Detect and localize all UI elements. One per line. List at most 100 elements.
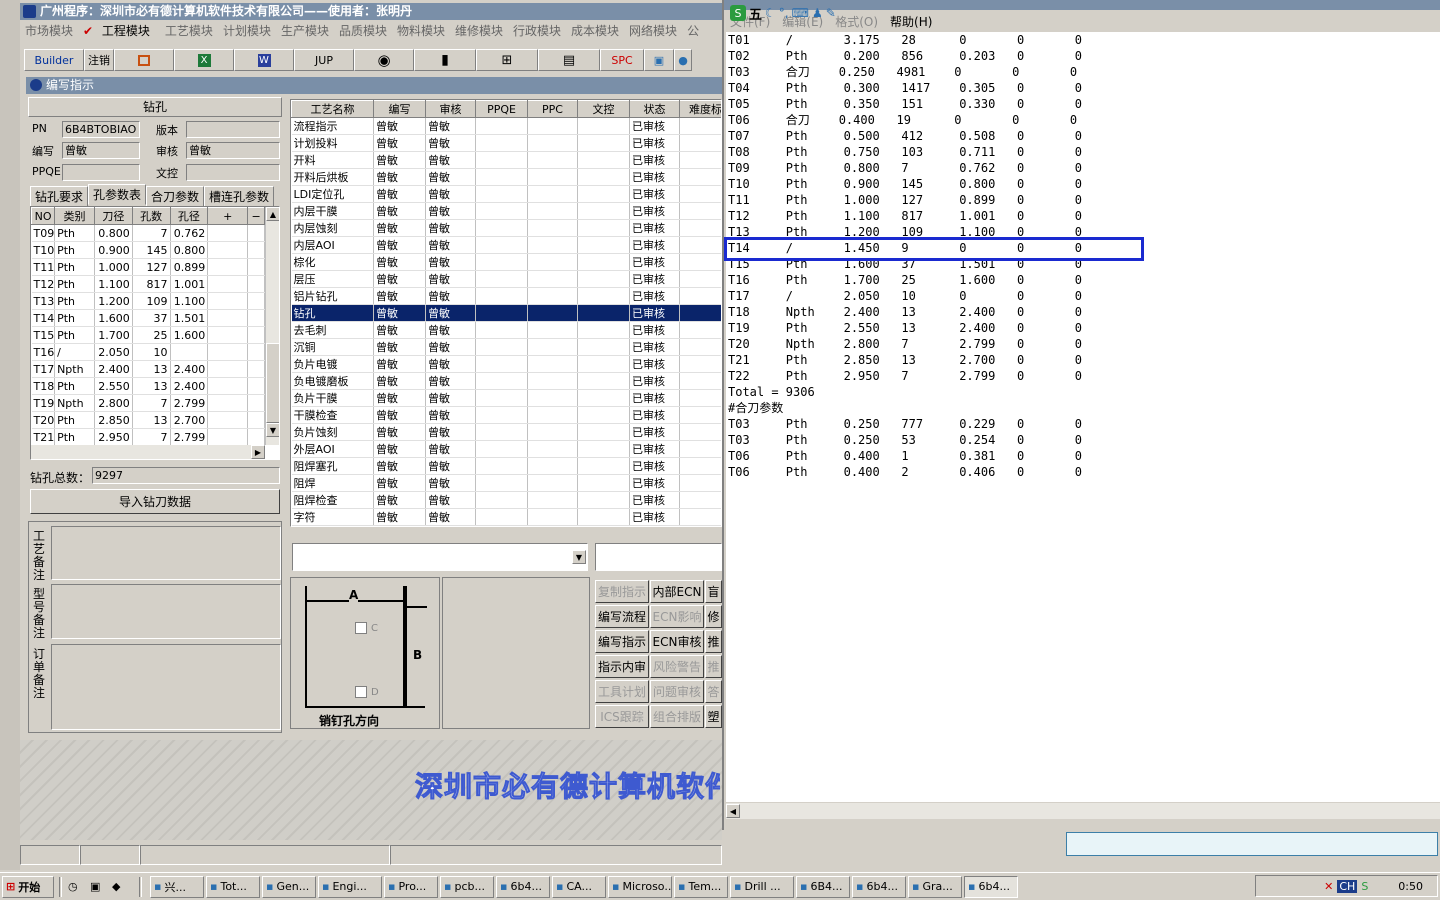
vertical-scrollbar[interactable]: ▲ ▼ <box>265 207 279 445</box>
table-row[interactable]: T16/2.050 10 <box>31 343 265 361</box>
table-row[interactable]: T21 Pth 2.950 7 2.799 <box>31 428 265 446</box>
col-header[interactable]: 工艺名称 <box>291 100 374 118</box>
model-note-field[interactable] <box>51 584 281 639</box>
action-button[interactable]: 盲 <box>705 580 722 603</box>
menu-item[interactable]: 公 <box>682 22 704 39</box>
process-note-field[interactable] <box>51 526 281 580</box>
combo-dropdown-icon[interactable]: ▼ <box>572 550 586 564</box>
taskbar-item[interactable]: ▪ Microso... <box>608 875 672 898</box>
table-row[interactable]: LDI定位孔 曾敏 曾敏 已审核 <box>291 185 721 203</box>
taskbar-item[interactable]: ▪ 6b4... <box>852 875 906 898</box>
checkbox-d[interactable] <box>355 686 367 698</box>
table-row[interactable]: 层压 曾敏 曾敏 已审核 <box>291 270 721 288</box>
jup-button[interactable]: JUP <box>294 49 354 71</box>
table-row[interactable]: 阻焊塞孔 曾敏 曾敏 已审核 <box>291 457 721 475</box>
action-button[interactable]: 推 <box>705 655 722 678</box>
table-row[interactable]: T10 Pth 0.900 145 0.800 <box>31 241 265 259</box>
taskbar-item[interactable]: ▪ 兴... <box>150 875 204 898</box>
ppqe-field[interactable] <box>62 164 140 181</box>
tray-s-icon[interactable]: S <box>1361 880 1368 893</box>
order-note-field[interactable] <box>51 644 281 730</box>
network-icon[interactable]: ⊞ <box>476 49 538 71</box>
notepad-text-area[interactable]: T01 / 3.175 28 0 0 0 T02 Pth 0.200 856 0.… <box>726 32 1440 802</box>
table-row[interactable]: 去毛刺 曾敏 曾敏 已审核 <box>291 321 721 339</box>
start-button[interactable]: ⊞ 开始 <box>2 875 54 898</box>
table-row[interactable]: T15 Pth 1.700 25 1.600 <box>31 326 265 344</box>
menu-item[interactable]: 生产模块 <box>276 22 334 39</box>
table-row[interactable]: 流程指示 曾敏 曾敏 已审核 <box>291 117 721 135</box>
col-header[interactable]: PPC <box>527 100 578 118</box>
pn-field[interactable]: 6B4BTOBIAO <box>62 121 140 138</box>
tab-merge-params[interactable]: 合刀参数 <box>146 186 205 207</box>
taskbar-item[interactable]: ▪ Tem... <box>674 875 728 898</box>
col-header[interactable]: 孔数 <box>131 207 171 225</box>
taskbar-item[interactable]: ▪ Engi... <box>318 875 382 898</box>
scroll-right-icon[interactable]: ▶ <box>251 445 265 459</box>
scroll-down-icon[interactable]: ▼ <box>266 423 279 437</box>
table-row[interactable]: 内层AOI 曾敏 曾敏 已审核 <box>291 236 721 254</box>
action-button[interactable]: 风险警告 <box>650 655 704 678</box>
builder-button[interactable]: Builder <box>24 49 84 71</box>
col-header[interactable]: + <box>207 207 249 225</box>
table-row[interactable]: T11 Pth 1.000 127 0.899 <box>31 258 265 276</box>
keyboard-icon[interactable]: ⌨ <box>792 6 809 20</box>
col-header[interactable]: 孔径 <box>169 207 209 225</box>
quicklaunch-app-icon[interactable]: ◆ <box>109 876 129 898</box>
table-row[interactable]: 阻焊 曾敏 曾敏 已审核 <box>291 474 721 492</box>
ime-mode[interactable]: 五 <box>749 4 762 23</box>
scroll-thumb[interactable] <box>266 343 279 423</box>
table-row[interactable]: 铝片钻孔 曾敏 曾敏 已审核 <box>291 287 721 305</box>
tab-hole-params[interactable]: 孔参数表 <box>88 184 147 205</box>
col-header[interactable]: − <box>247 207 265 225</box>
table-row[interactable]: T19 Npth 2.800 7 2.799 <box>31 394 265 412</box>
table-row[interactable]: T13 Pth 1.200 109 1.100 <box>31 292 265 310</box>
taskbar-item[interactable]: ▪ Drill ... <box>730 875 794 898</box>
reviewer-field[interactable]: 曾敏 <box>186 142 280 159</box>
taskbar-item[interactable]: ▪ Gra... <box>908 875 962 898</box>
col-header[interactable]: 审核 <box>425 100 476 118</box>
menu-item[interactable]: 市场模块 <box>20 22 78 39</box>
action-button[interactable]: ECN审核 <box>650 630 704 653</box>
action-button[interactable]: 修 <box>705 605 722 628</box>
checkbox-c[interactable] <box>355 622 367 634</box>
quicklaunch-clock-icon[interactable]: ◷ <box>65 876 85 898</box>
menu-item[interactable]: 网络模块 <box>624 22 682 39</box>
process-combo[interactable]: ▼ <box>292 543 588 571</box>
sogou-icon[interactable]: S <box>730 5 746 21</box>
menu-item[interactable]: 维修模块 <box>450 22 508 39</box>
table-row[interactable]: 钻孔 曾敏 曾敏 已审核 <box>291 304 721 322</box>
action-button[interactable]: 推 <box>705 630 722 653</box>
action-button[interactable]: 组合排版 <box>650 705 704 728</box>
action-button[interactable]: 复制指示 <box>595 580 649 603</box>
writer-field[interactable]: 曾敏 <box>62 142 140 159</box>
import-drill-button[interactable]: 导入钻刀数据 <box>30 489 280 514</box>
taskbar-item[interactable]: ▪ 6b4... <box>964 875 1018 898</box>
action-button[interactable]: 编写流程 <box>595 605 649 628</box>
link-icon[interactable]: ● <box>674 49 692 71</box>
action-button[interactable]: 答 <box>705 680 722 703</box>
logout-button[interactable]: 注销 <box>84 49 114 71</box>
excel-icon[interactable]: X <box>174 49 234 71</box>
menu-help[interactable]: 帮助(H) <box>884 13 938 30</box>
table-row[interactable]: 内层蚀刻 曾敏 曾敏 已审核 <box>291 219 721 237</box>
wrench-icon[interactable]: ✎ <box>826 6 836 20</box>
action-button[interactable]: 指示内审 <box>595 655 649 678</box>
tab-slot-params[interactable]: 槽连孔参数 <box>204 186 275 207</box>
action-button[interactable]: 工具计划 <box>595 680 649 703</box>
punct-icon[interactable]: °, <box>779 6 789 20</box>
col-header[interactable]: 状态 <box>629 100 680 118</box>
table-row[interactable]: 棕化 曾敏 曾敏 已审核 <box>291 253 721 271</box>
table-row[interactable]: 阻焊检查 曾敏 曾敏 已审核 <box>291 491 721 509</box>
tray-lang[interactable]: CH <box>1337 879 1358 893</box>
table-row[interactable]: 计划投料 曾敏 曾敏 已审核 <box>291 134 721 152</box>
eye-icon[interactable]: ◉ <box>354 49 414 71</box>
taskbar-item[interactable]: ▪ 6B4... <box>796 875 850 898</box>
taskbar-item[interactable]: ▪ CA... <box>552 875 606 898</box>
taskbar-item[interactable]: ▪ Pro... <box>384 875 438 898</box>
moon-icon[interactable]: ☾ <box>765 6 776 20</box>
tray-x-icon[interactable]: ✕ <box>1324 880 1333 893</box>
scroll-left-icon[interactable]: ◀ <box>726 804 740 818</box>
hole-param-grid[interactable]: NO 类别 刀径 孔数 孔径 + − T09 Pth 0.800 7 0.762 T10 P… <box>30 206 280 460</box>
table-row[interactable]: T12 Pth 1.100 817 1.001 <box>31 275 265 293</box>
table-row[interactable]: 外层AOI 曾敏 曾敏 已审核 <box>291 440 721 458</box>
